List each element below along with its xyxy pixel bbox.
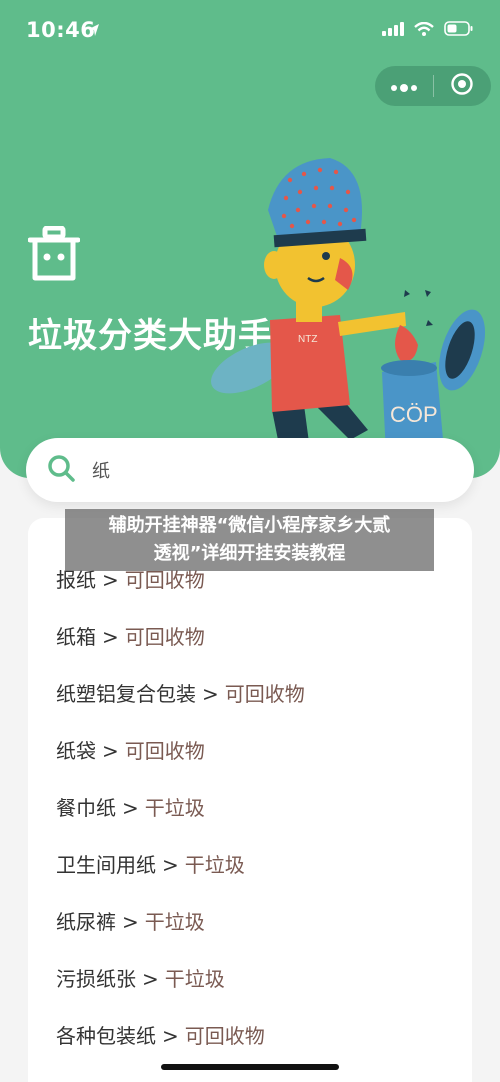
search-icon bbox=[46, 453, 76, 487]
list-item[interactable]: 餐巾纸 > 干垃圾 bbox=[56, 792, 205, 821]
item-name: 纸尿裤 bbox=[56, 910, 116, 934]
separator: > bbox=[122, 910, 139, 934]
results-list: 报纸 > 可回收物 纸箱 > 可回收物 纸塑铝复合包装 > 可回收物 纸袋 > 可回收物 餐巾纸… bbox=[28, 518, 472, 1082]
item-category: 干垃圾 bbox=[164, 967, 225, 991]
item-name: 各种包装纸 bbox=[56, 1024, 156, 1048]
item-category: 可回收物 bbox=[124, 568, 205, 592]
header-banner: 10:46 垃圾分类大助手 NTZ CÖP bbox=[0, 0, 500, 478]
item-category: 可回收物 bbox=[124, 739, 205, 763]
close-miniprogram-button[interactable] bbox=[433, 66, 491, 106]
item-category: 可回收物 bbox=[184, 1024, 265, 1048]
item-category: 可回收物 bbox=[224, 682, 305, 706]
signal-icon bbox=[382, 21, 404, 40]
separator: > bbox=[162, 853, 179, 877]
separator: > bbox=[162, 1024, 179, 1048]
item-name: 餐巾纸 bbox=[56, 796, 116, 820]
close-target-icon bbox=[450, 72, 474, 100]
separator: > bbox=[142, 967, 159, 991]
illustration-boy-recycling: NTZ CÖP bbox=[211, 158, 486, 455]
item-name: 卫生间用纸 bbox=[56, 853, 156, 877]
status-icons bbox=[382, 21, 474, 40]
item-name: 纸箱 bbox=[56, 625, 96, 649]
item-name: 纸塑铝复合包装 bbox=[56, 682, 196, 706]
list-item[interactable]: 纸塑铝复合包装 > 可回收物 bbox=[56, 678, 305, 707]
miniprogram-capsule bbox=[375, 66, 491, 106]
more-dots-icon bbox=[390, 77, 418, 96]
list-item[interactable]: 各种包装纸 > 可回收物 bbox=[56, 1020, 265, 1049]
can-label: CÖP bbox=[390, 402, 438, 427]
wifi-icon bbox=[414, 21, 434, 40]
list-item[interactable]: 污损纸张 > 干垃圾 bbox=[56, 963, 225, 992]
watermark-line-2: 透视”详细开挂安装教程 bbox=[153, 543, 346, 564]
list-item[interactable]: 纸尿裤 > 干垃圾 bbox=[56, 906, 205, 935]
item-category: 干垃圾 bbox=[144, 796, 205, 820]
separator: > bbox=[102, 739, 119, 763]
search-bar[interactable]: 纸 bbox=[26, 438, 474, 502]
list-item[interactable]: 纸箱 > 可回收物 bbox=[56, 621, 205, 650]
battery-icon bbox=[444, 21, 474, 40]
status-time: 10:46 bbox=[26, 18, 96, 42]
app-screen: 10:46 垃圾分类大助手 NTZ CÖP 纸 报纸 > 可回收物 纸箱 > 可… bbox=[0, 0, 500, 1082]
item-name: 污损纸张 bbox=[56, 967, 136, 991]
watermark-overlay: 辅助开挂神器“微信小程序家乡大贰 透视”详细开挂安装教程 bbox=[65, 509, 434, 571]
search-input[interactable]: 纸 bbox=[92, 457, 110, 483]
item-name: 纸袋 bbox=[56, 739, 96, 763]
list-item[interactable]: 纸袋 > 可回收物 bbox=[56, 735, 205, 764]
svg-text:NTZ: NTZ bbox=[298, 334, 317, 345]
list-item[interactable]: 卫生间用纸 > 干垃圾 bbox=[56, 849, 245, 878]
trash-bin-icon bbox=[27, 225, 81, 286]
item-name: 报纸 bbox=[56, 568, 96, 592]
item-category: 可回收物 bbox=[124, 625, 205, 649]
more-menu-button[interactable] bbox=[375, 66, 433, 106]
item-category: 干垃圾 bbox=[144, 910, 205, 934]
status-bar: 10:46 bbox=[0, 0, 500, 62]
separator: > bbox=[102, 568, 119, 592]
location-arrow-icon bbox=[88, 22, 100, 41]
item-category: 干垃圾 bbox=[184, 853, 245, 877]
separator: > bbox=[122, 796, 139, 820]
watermark-line-1: 辅助开挂神器“微信小程序家乡大贰 bbox=[108, 515, 391, 536]
separator: > bbox=[102, 625, 119, 649]
home-indicator[interactable] bbox=[161, 1064, 339, 1070]
separator: > bbox=[202, 682, 219, 706]
